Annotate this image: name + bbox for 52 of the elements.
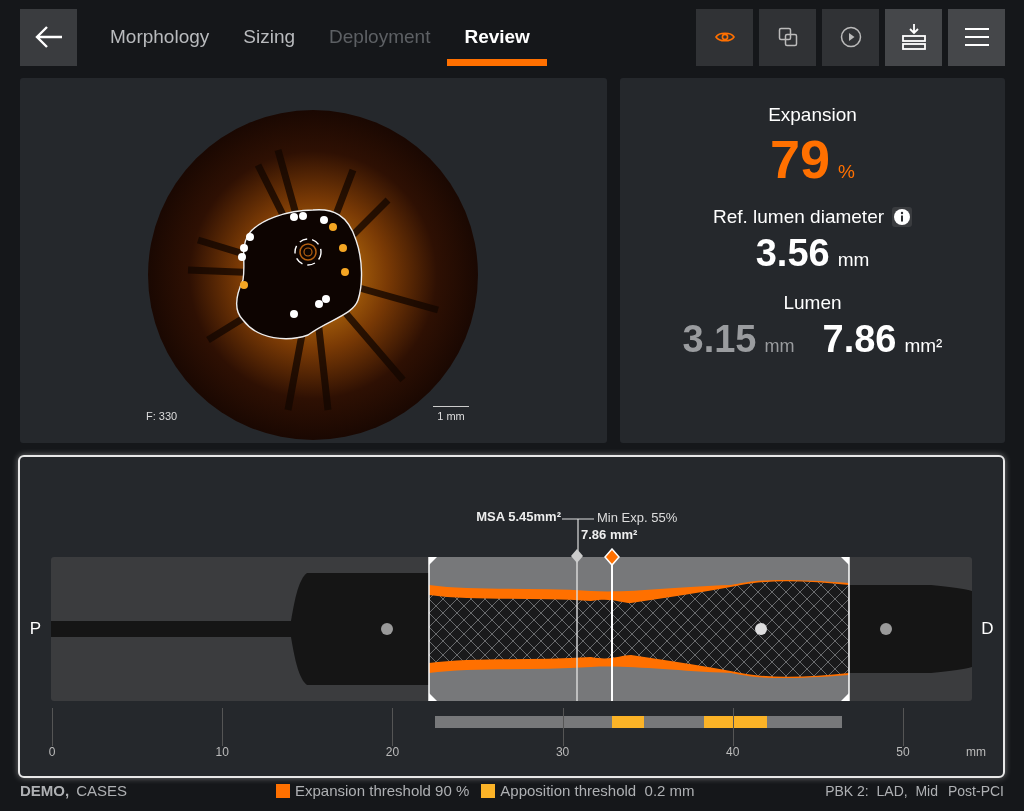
legend-label: Expansion threshold 90 % [295, 782, 470, 799]
axis-tick-label: 40 [726, 745, 740, 759]
tick-mark [392, 708, 394, 746]
lumen-area-value: 7.86 [822, 317, 897, 362]
tab[interactable]: Sizing [226, 8, 313, 66]
tick-mark [222, 708, 224, 746]
reference-diameter-value: 3.56 [755, 231, 830, 276]
metric-label: Expansion [768, 104, 857, 126]
lumen-diameter-value: 3.15 [682, 317, 757, 362]
tick-mark [732, 708, 734, 746]
frame-number: F: 330 [146, 410, 178, 422]
vessel-label: PBK 2: LAD, Mid [825, 782, 938, 799]
axis-tick-label: 50 [896, 745, 910, 759]
play-icon [839, 26, 862, 48]
menu-icon [963, 27, 990, 47]
legend-label: Apposition threshold 0.2 mm [500, 782, 695, 799]
tab[interactable]: Morphology [93, 8, 227, 66]
tick-mark [52, 708, 53, 746]
cases-link[interactable]: CASES [76, 782, 128, 799]
distal-label: D [980, 619, 995, 639]
download-stack-icon [900, 23, 927, 51]
tick-mark [903, 708, 904, 746]
scale-bar: 1 mm [433, 406, 469, 422]
axis-tick-label: 30 [555, 745, 570, 759]
axis-tick-label: 20 [385, 745, 400, 759]
eye-icon [714, 30, 735, 44]
info-icon[interactable] [892, 207, 913, 227]
tick-mark [562, 708, 564, 746]
expansion-unit: % [838, 161, 855, 183]
proximal-label: P [28, 619, 43, 639]
axis-unit: mm [966, 745, 986, 759]
lumen-diameter-unit: mm [764, 336, 795, 357]
tab[interactable]: Review [447, 8, 547, 66]
back-arrow-icon [33, 25, 64, 49]
reference-diameter-unit: mm [837, 249, 870, 271]
toolbar-button[interactable] [948, 8, 1005, 66]
msa-label: MSA 5.45mm² [476, 509, 561, 524]
lumen-area-unit: mm² [904, 335, 943, 357]
area-label: 7.86 mm² [581, 527, 638, 542]
toolbar-button[interactable] [885, 8, 942, 66]
toolbar-button[interactable] [822, 8, 879, 66]
expansion-value: 79 [770, 128, 831, 191]
stage-label: Post-PCI [948, 782, 1004, 799]
metric-label: Lumen [783, 292, 842, 314]
axis-tick-label: 0 [48, 745, 56, 759]
toolbar-button[interactable] [759, 8, 816, 66]
min-expansion-label: Min Exp. 55% [597, 510, 678, 525]
metric-label: Ref. lumen diameter [712, 206, 885, 228]
axis-tick-label: 10 [215, 745, 229, 759]
overlap-squares-icon [777, 27, 798, 47]
back-button[interactable] [20, 8, 77, 66]
site-label: DEMO, [20, 782, 70, 799]
